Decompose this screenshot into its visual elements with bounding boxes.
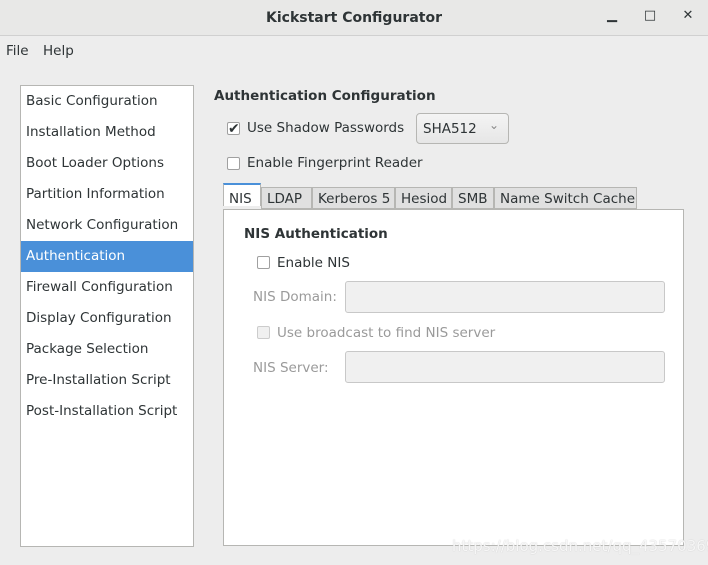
nis-domain-label: NIS Domain: [253, 289, 337, 305]
minimize-button[interactable]: ▁ [602, 8, 622, 28]
sidebar-item-partition-information[interactable]: Partition Information [21, 179, 193, 210]
title-bar: Kickstart Configurator ▁ □ ✕ [0, 0, 708, 36]
hash-value: SHA512 [423, 121, 477, 137]
sidebar-item-firewall-configuration[interactable]: Firewall Configuration [21, 272, 193, 303]
menu-file[interactable]: File [6, 43, 29, 59]
tab-nis[interactable]: NIS [223, 183, 261, 207]
sidebar-item-package-selection[interactable]: Package Selection [21, 334, 193, 365]
chevron-down-icon: ⌄ [488, 118, 499, 132]
menu-help[interactable]: Help [43, 43, 74, 59]
sidebar: Basic Configuration Installation Method … [20, 85, 194, 547]
close-button[interactable]: ✕ [678, 8, 698, 28]
nis-heading: NIS Authentication [244, 226, 388, 242]
sidebar-item-pre-installation-script[interactable]: Pre-Installation Script [21, 365, 193, 396]
sidebar-item-authentication[interactable]: Authentication [21, 241, 193, 272]
section-heading: Authentication Configuration [214, 88, 436, 104]
menu-bar [0, 36, 708, 66]
broadcast-checkbox[interactable] [257, 326, 270, 339]
sidebar-item-installation-method[interactable]: Installation Method [21, 117, 193, 148]
sidebar-item-network-configuration[interactable]: Network Configuration [21, 210, 193, 241]
broadcast-label: Use broadcast to find NIS server [277, 325, 496, 341]
sidebar-item-basic-configuration[interactable]: Basic Configuration [21, 86, 193, 117]
tab-ldap[interactable]: LDAP [261, 187, 312, 209]
maximize-button[interactable]: □ [640, 8, 660, 28]
nis-domain-input[interactable] [345, 281, 665, 313]
fingerprint-checkbox[interactable] [227, 157, 240, 170]
hash-algorithm-select[interactable]: SHA512 ⌄ [416, 113, 509, 144]
enable-nis-label: Enable NIS [277, 255, 350, 271]
sidebar-item-post-installation-script[interactable]: Post-Installation Script [21, 396, 193, 427]
tab-kerberos[interactable]: Kerberos 5 [312, 187, 395, 209]
sidebar-item-display-configuration[interactable]: Display Configuration [21, 303, 193, 334]
tab-smb[interactable]: SMB [452, 187, 494, 209]
watermark: https://blog.csdn.net/qq_43570369 [452, 537, 708, 555]
nis-server-input[interactable] [345, 351, 665, 383]
sidebar-item-boot-loader-options[interactable]: Boot Loader Options [21, 148, 193, 179]
tab-hesiod[interactable]: Hesiod [395, 187, 452, 209]
shadow-passwords-checkbox[interactable]: ✔ [227, 122, 240, 136]
enable-nis-checkbox[interactable] [257, 256, 270, 269]
shadow-passwords-label: Use Shadow Passwords [247, 120, 405, 136]
tab-name-switch-cache[interactable]: Name Switch Cache [494, 187, 637, 209]
fingerprint-label: Enable Fingerprint Reader [247, 155, 423, 171]
nis-server-label: NIS Server: [253, 360, 329, 376]
